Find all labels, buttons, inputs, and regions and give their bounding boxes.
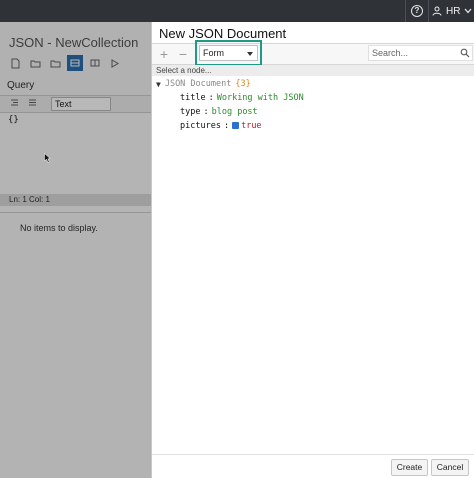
tree-root[interactable]: ▼ JSON Document {3} (156, 79, 251, 89)
tree-row-title[interactable]: title: Working with JSON (180, 93, 304, 103)
separator: : (223, 121, 230, 131)
field-value[interactable]: true (241, 121, 261, 131)
search-icon[interactable] (460, 48, 470, 58)
remove-node-button[interactable]: − (176, 47, 190, 61)
help-icon: ? (411, 5, 423, 17)
node-path-bar: Select a node... (152, 65, 474, 76)
separator: : (208, 93, 214, 103)
field-key[interactable]: title (180, 93, 206, 103)
user-icon (432, 6, 442, 16)
top-bar: ? HR (0, 0, 474, 22)
mouse-cursor-icon (44, 153, 51, 163)
user-menu[interactable]: HR (432, 0, 472, 22)
tree-row-type[interactable]: type: blog post (180, 107, 258, 117)
mode-select-highlight (195, 40, 262, 66)
boolean-checkbox[interactable] (232, 122, 240, 129)
separator: : (203, 107, 209, 117)
field-value[interactable]: blog post (212, 107, 258, 117)
root-label: JSON Document (164, 79, 232, 89)
add-node-button[interactable]: + (157, 47, 171, 61)
field-value[interactable]: Working with JSON (217, 93, 304, 103)
search-placeholder: Search... (372, 48, 409, 58)
new-json-document-dialog: New JSON Document + − Form Search... Sel… (151, 22, 474, 478)
json-tree: ▼ JSON Document {3} title: Working with J… (156, 79, 304, 131)
cancel-button[interactable]: Cancel (431, 459, 469, 476)
expand-triangle-icon[interactable]: ▼ (156, 80, 161, 89)
dialog-title: New JSON Document (159, 26, 287, 41)
field-key[interactable]: type (180, 107, 200, 117)
tree-row-pictures[interactable]: pictures: true (180, 121, 262, 131)
modal-overlay (0, 22, 151, 478)
user-label: HR (446, 5, 461, 17)
dialog-footer: Create Cancel (152, 454, 474, 478)
create-button[interactable]: Create (391, 459, 428, 476)
field-key[interactable]: pictures (180, 121, 221, 131)
root-count: {3} (235, 79, 251, 89)
search-input[interactable]: Search... (368, 45, 473, 61)
help-button[interactable]: ? (405, 0, 429, 22)
chevron-down-icon (464, 8, 472, 14)
